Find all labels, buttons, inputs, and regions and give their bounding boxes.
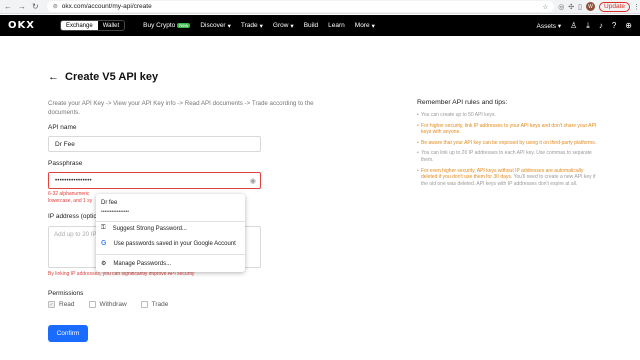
extension-icon[interactable]: ◎	[558, 3, 564, 11]
permissions-label: Permissions	[48, 290, 84, 297]
rule-item: For even higher security, API keys witho…	[417, 168, 597, 188]
chevron-down-icon: ▾	[259, 22, 263, 30]
menu-label: More	[354, 22, 370, 29]
saved-credential-text: Dr fee ••••••••••••••••	[101, 200, 129, 215]
header-right: Assets ▾ ♙ ⤓ ♪ ? ⊕	[537, 21, 632, 31]
confirm-button[interactable]: Confirm	[48, 325, 88, 342]
gear-icon: ⚙	[101, 261, 107, 267]
update-button[interactable]: Update	[599, 1, 630, 12]
passphrase-input[interactable]: •••••••••••••••• ◉	[48, 172, 261, 189]
permission-withdraw[interactable]: Withdraw	[88, 301, 127, 308]
google-passwords-option[interactable]: G Use passwords saved in your Google Acc…	[96, 240, 245, 247]
menu-label: Grow	[272, 22, 289, 29]
passphrase-label: Passphrase	[48, 160, 83, 167]
rules-title: Remember API rules and tips:	[417, 99, 508, 106]
browser-nav: ← → ↻	[0, 2, 39, 11]
withdraw-checkbox[interactable]	[88, 301, 96, 308]
popup-divider	[96, 254, 245, 255]
key-icon: ⚿	[101, 225, 106, 231]
menu-learn[interactable]: Learn	[328, 22, 345, 29]
api-name-value: Dr Fee	[55, 140, 75, 148]
breadcrumb: Create your API Key -> View your API Key…	[48, 100, 314, 116]
passphrase-value: ••••••••••••••••	[55, 177, 92, 184]
user-icon[interactable]: ♙	[570, 21, 577, 30]
menu-buy-crypto[interactable]: Buy Crypto New	[143, 22, 191, 29]
extensions-area: ◎ ✣ ▯ W	[558, 2, 596, 11]
permission-label: Read	[59, 301, 75, 308]
assets-label: Assets	[536, 22, 557, 30]
main-menu: Buy Crypto New Discover ▾ Trade ▾ Grow ▾…	[143, 22, 375, 30]
eye-icon[interactable]: ◉	[250, 177, 256, 185]
page-title-text: Create V5 API key	[65, 71, 159, 83]
menu-label: Trade	[240, 22, 258, 29]
menu-label: Learn	[328, 22, 345, 29]
site-info-icon[interactable]: ⊜	[53, 3, 58, 10]
back-icon[interactable]: ←	[4, 2, 12, 11]
menu-label: Build	[303, 22, 319, 29]
menu-discover[interactable]: Discover ▾	[200, 22, 231, 30]
browser-toolbar: ← → ↻ ⊜ okx.com/account/my-api/create ☆ …	[0, 0, 640, 14]
permission-label: Trade	[151, 301, 169, 308]
saved-credential[interactable]: Dr fee ••••••••••••••••	[96, 200, 245, 215]
wallet-tab[interactable]: Wallet	[98, 21, 124, 30]
password-autofill-popup: Dr fee •••••••••••••••• ⚿ Suggest Strong…	[96, 194, 245, 272]
address-bar[interactable]: ⊜ okx.com/account/my-api/create ☆	[46, 1, 555, 12]
saved-username: Dr fee	[101, 200, 118, 206]
chevron-down-icon: ▾	[227, 22, 231, 30]
trade-checkbox[interactable]	[140, 301, 148, 308]
url-text: okx.com/account/my-api/create	[61, 3, 152, 10]
google-label: Use passwords saved in your Google Accou…	[113, 240, 236, 247]
logo-text: OKX	[8, 20, 35, 31]
popup-divider	[96, 221, 245, 222]
api-name-input[interactable]: Dr Fee	[48, 136, 261, 152]
menu-trade[interactable]: Trade ▾	[241, 22, 263, 30]
bookmark-star-icon[interactable]: ☆	[542, 3, 548, 11]
menu-build[interactable]: Build	[304, 22, 318, 29]
chevron-down-icon: ▾	[290, 22, 294, 30]
puzzle-icon[interactable]: ✣	[568, 3, 574, 11]
api-name-label: API name	[48, 124, 77, 131]
rule-item: Be aware that your API key can be expose…	[417, 140, 597, 147]
ip-address-label: IP address (optic	[48, 213, 97, 220]
exchange-wallet-toggle: Exchange Wallet	[60, 20, 126, 31]
exchange-tab[interactable]: Exchange	[61, 21, 98, 30]
suggest-password-option[interactable]: ⚿ Suggest Strong Password...	[96, 225, 245, 232]
chevron-down-icon: ▾	[557, 22, 562, 30]
permission-label: Withdraw	[99, 301, 127, 308]
new-badge: New	[177, 23, 191, 28]
bell-icon[interactable]: ♪	[599, 21, 603, 30]
menu-grow[interactable]: Grow ▾	[273, 22, 294, 30]
sidepanel-icon[interactable]: ▯	[578, 3, 582, 11]
chevron-down-icon: ▾	[371, 22, 375, 30]
saved-password-dots: ••••••••••••••••	[101, 209, 130, 215]
help-icon[interactable]: ?	[612, 21, 616, 30]
permissions-group: ✓ Read Withdraw Trade	[48, 301, 168, 308]
page-title: ← Create V5 API key	[48, 71, 158, 83]
globe-icon[interactable]: ⊕	[625, 21, 632, 30]
rule-item: You can create up to 50 API keys.	[417, 112, 597, 119]
rule-item: You can link up to 20 IP addresses to ea…	[417, 150, 597, 163]
back-arrow-icon[interactable]: ←	[48, 71, 59, 83]
manage-label: Manage Passwords...	[113, 260, 172, 267]
assets-menu[interactable]: Assets ▾	[537, 22, 562, 30]
menu-more[interactable]: More ▾	[355, 22, 375, 30]
permission-read[interactable]: ✓ Read	[48, 301, 75, 308]
profile-avatar[interactable]: W	[586, 2, 596, 11]
rules-list: You can create up to 50 API keys. For hi…	[417, 112, 597, 191]
read-checkbox[interactable]: ✓	[48, 301, 55, 308]
menu-label: Buy Crypto	[143, 22, 176, 29]
permission-trade[interactable]: Trade	[140, 301, 169, 308]
reload-icon[interactable]: ↻	[32, 2, 39, 11]
forward-icon[interactable]: →	[18, 2, 26, 11]
browser-menu-icon[interactable]: ⋮	[633, 3, 640, 11]
site-header: OKX Exchange Wallet Buy Crypto New Disco…	[0, 15, 640, 36]
google-icon: G	[101, 240, 107, 247]
download-icon[interactable]: ⤓	[586, 21, 590, 31]
okx-logo[interactable]: OKX	[8, 20, 52, 31]
suggest-label: Suggest Strong Password...	[112, 225, 187, 232]
manage-passwords-option[interactable]: ⚙ Manage Passwords...	[96, 260, 245, 268]
menu-label: Discover	[200, 22, 226, 29]
rule-item: For higher security, link IP addresses t…	[417, 123, 597, 136]
